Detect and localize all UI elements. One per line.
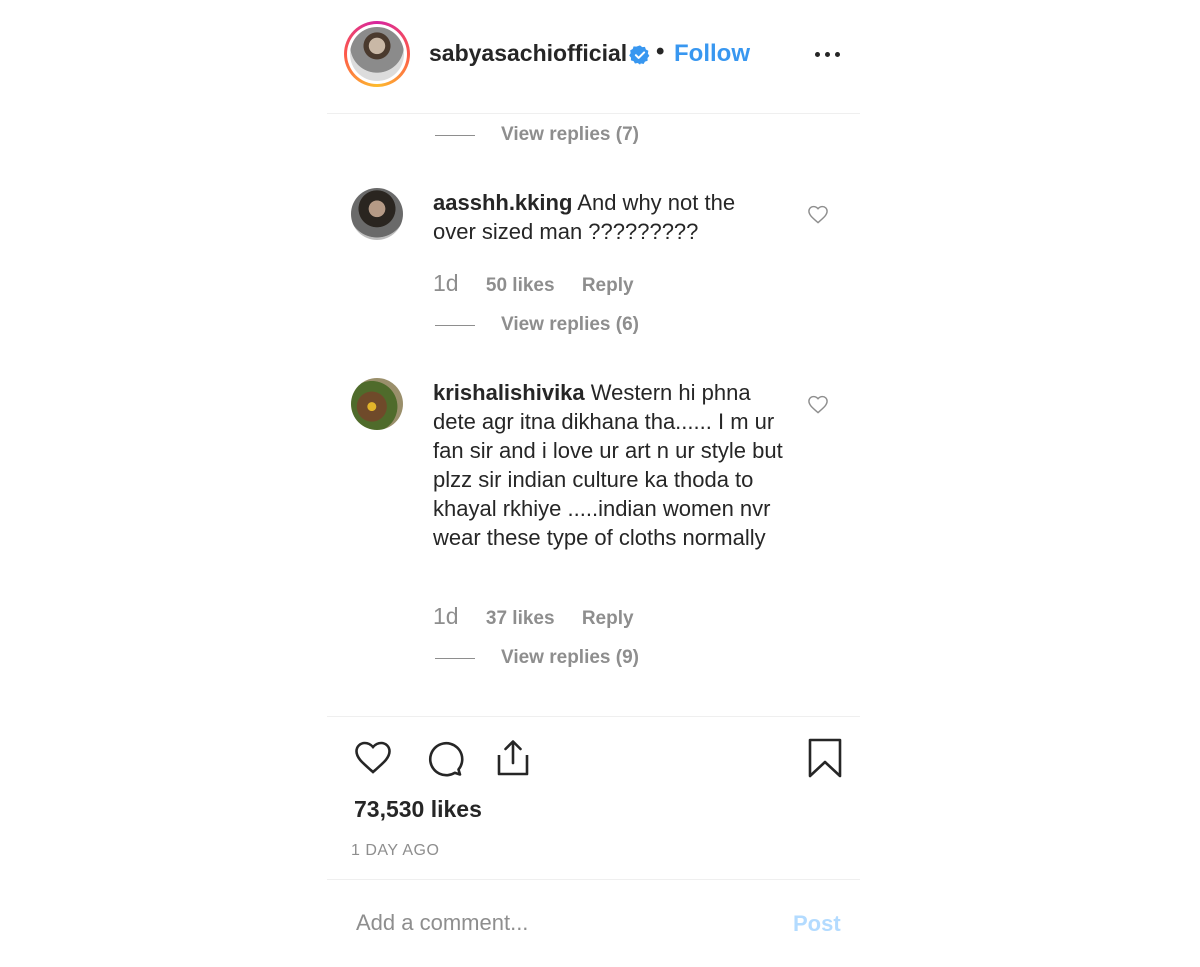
comment-likes[interactable]: 50 likes (486, 275, 555, 296)
post-header: sabyasachiofficial • Follow (327, 0, 860, 114)
add-comment-bar: Post (327, 879, 860, 967)
post-timestamp[interactable]: 1 DAY AGO (351, 842, 439, 860)
post-comment-button[interactable]: Post (793, 911, 841, 937)
view-replies-button[interactable]: View replies (9) (501, 647, 639, 669)
comment-like-icon[interactable] (807, 394, 829, 414)
view-replies-button[interactable]: View replies (6) (501, 314, 639, 336)
share-icon[interactable] (493, 738, 533, 778)
view-replies-button[interactable]: View replies (7) (501, 124, 639, 146)
more-dots-icon[interactable] (815, 44, 841, 64)
add-comment-input[interactable] (354, 909, 758, 937)
header-separator: • (656, 38, 665, 65)
comment-username[interactable]: aasshh.kking (433, 190, 572, 215)
comment-meta: 1d 37 likes Reply (433, 603, 634, 630)
comment-time: 1d (433, 270, 459, 296)
header-username[interactable]: sabyasachiofficial (429, 40, 627, 67)
comment-time: 1d (433, 603, 459, 629)
commenter-avatar[interactable] (351, 378, 403, 430)
post-panel: sabyasachiofficial • Follow View replies… (327, 0, 860, 967)
profile-avatar[interactable] (344, 21, 410, 87)
avatar-ring-inner (347, 24, 407, 84)
avatar-photo (350, 27, 404, 81)
comment-icon[interactable] (424, 738, 464, 778)
comment-text: aasshh.kking And why not the over sized … (433, 188, 783, 246)
post-likes-count[interactable]: 73,530 likes (354, 796, 482, 823)
comment-likes[interactable]: 37 likes (486, 608, 555, 629)
replies-line (435, 135, 475, 136)
comment-text: krishalishivika Western hi phna dete agr… (433, 378, 783, 552)
more-dot (815, 52, 820, 57)
more-dot (835, 52, 840, 57)
comment-username[interactable]: krishalishivika (433, 380, 585, 405)
reply-button[interactable]: Reply (582, 608, 634, 629)
heart-icon[interactable] (353, 738, 393, 778)
comment-like-icon[interactable] (807, 204, 829, 224)
reply-button[interactable]: Reply (582, 275, 634, 296)
comment-meta: 1d 50 likes Reply (433, 270, 634, 297)
section-divider (327, 716, 860, 717)
more-dot (825, 52, 830, 57)
bookmark-icon[interactable] (805, 738, 845, 778)
replies-line (435, 658, 475, 659)
verified-badge-icon (629, 45, 650, 65)
follow-button[interactable]: Follow (674, 40, 750, 68)
comment-body: Western hi phna dete agr itna dikhana th… (433, 380, 783, 550)
replies-line (435, 325, 475, 326)
commenter-avatar[interactable] (351, 188, 403, 240)
